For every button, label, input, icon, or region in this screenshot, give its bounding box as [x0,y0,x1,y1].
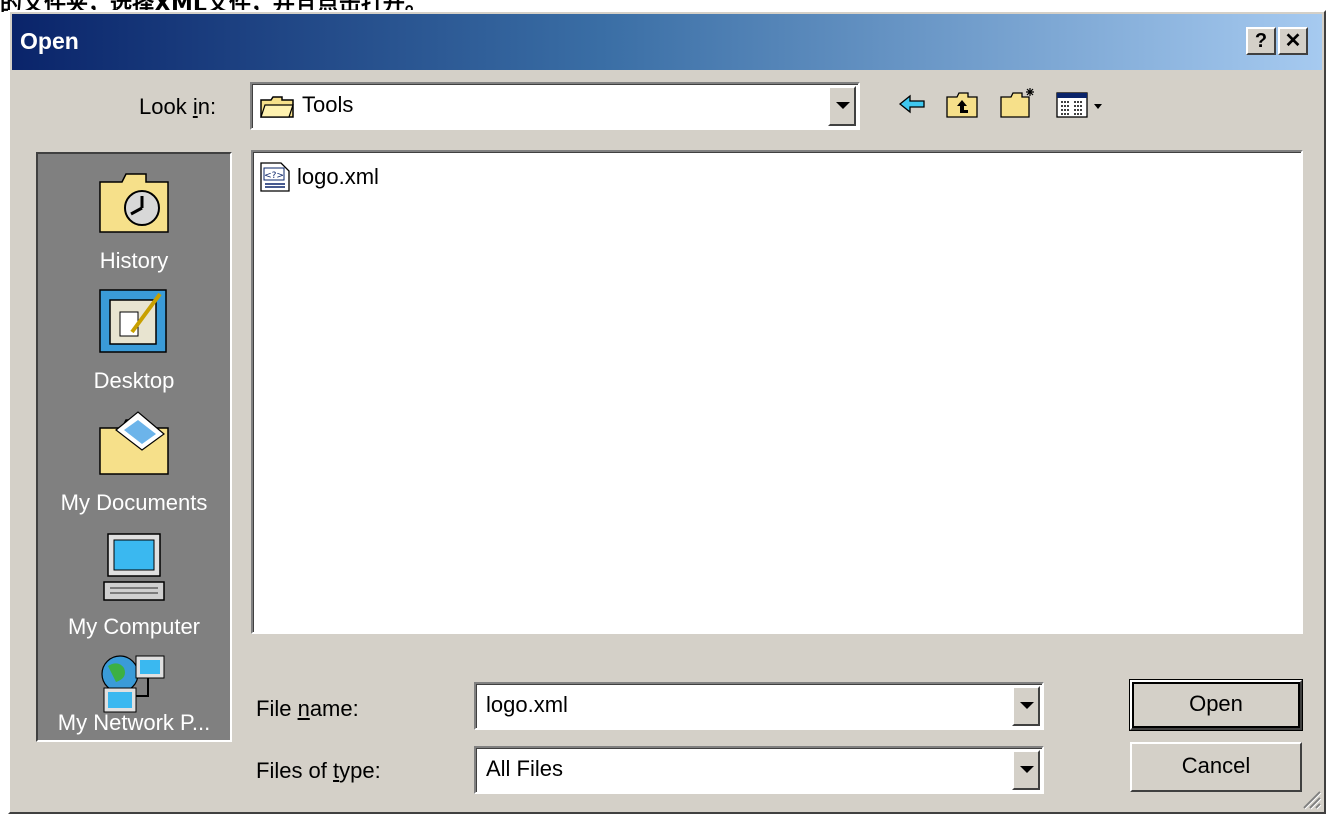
folder-icon [260,96,294,118]
place-label: My Documents [60,490,208,515]
help-button[interactable]: ? [1246,27,1276,55]
file-name-input[interactable]: logo.xml [474,682,1044,730]
my-network-places-icon [101,655,165,713]
create-new-folder-icon[interactable] [1000,86,1038,118]
place-desktop[interactable]: Desktop [38,288,230,398]
place-label: My Network P... [57,710,211,735]
up-one-level-icon[interactable] [946,92,980,118]
file-name-value: logo.xml [486,692,568,717]
file-type-select[interactable]: All Files [474,746,1044,794]
place-history[interactable]: History [38,168,230,278]
look-in-combo[interactable]: Tools [250,82,860,130]
look-in-dropdown-button[interactable] [828,86,856,126]
place-label: Desktop [93,368,175,393]
open-dialog: Open ? ✕ Look in: Tools History Desktop … [8,10,1326,814]
history-icon [99,173,169,233]
view-menu-icon[interactable] [1056,92,1108,118]
file-name-label: File name: [256,696,359,721]
file-list[interactable]: <?> logo.xml [251,150,1303,634]
close-button[interactable]: ✕ [1278,27,1308,55]
place-my-network-places[interactable]: My Network P... [38,652,230,744]
file-type-value: All Files [486,756,564,781]
look-in-label: Look in: [139,94,217,119]
place-my-computer[interactable]: My Computer [38,532,230,642]
open-button-label: Open [1189,691,1243,716]
xml-file-icon: <?> [260,162,290,192]
open-button[interactable]: Open [1130,680,1302,730]
resize-grip-icon[interactable] [1300,788,1322,810]
place-label: My Computer [67,614,201,639]
svg-text:<?>: <?> [264,171,284,181]
file-name-dropdown-button[interactable] [1012,686,1040,726]
places-bar: History Desktop My Documents My Computer… [36,152,232,742]
desktop-icon [99,289,167,353]
look-in-value: Tools [302,92,354,117]
place-my-documents[interactable]: My Documents [38,410,230,520]
file-name-text: logo.xml [297,164,379,189]
file-type-dropdown-button[interactable] [1012,750,1040,790]
place-label: History [99,248,169,273]
file-type-label: Files of type: [256,758,381,783]
back-arrow-icon[interactable] [898,92,928,116]
title-bar: Open ? ✕ [12,14,1322,70]
cancel-button[interactable]: Cancel [1130,742,1302,792]
my-computer-icon [103,533,165,601]
dialog-title: Open [20,28,79,54]
my-documents-icon [99,411,169,475]
